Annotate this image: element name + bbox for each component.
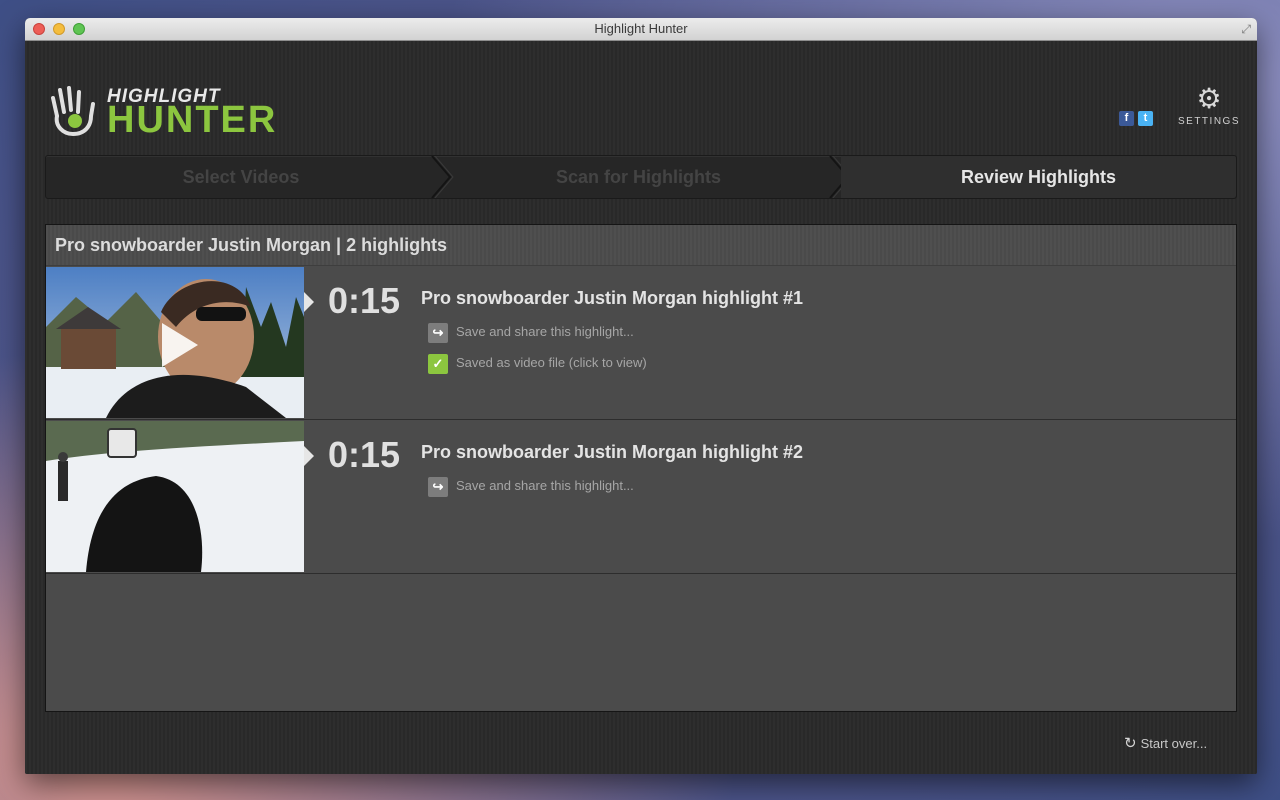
start-over-button[interactable]: ↻ Start over... <box>1124 734 1207 752</box>
selected-arrow-icon <box>304 292 314 312</box>
twitter-icon[interactable]: t <box>1138 111 1153 126</box>
refresh-icon: ↻ <box>1124 735 1137 752</box>
social-links: ft <box>1119 108 1153 126</box>
zoom-window-button[interactable] <box>73 23 85 35</box>
step-progress-bar: Select Videos Scan for Highlights Review… <box>45 155 1237 199</box>
minimize-window-button[interactable] <box>53 23 65 35</box>
gear-icon: ⚙ <box>1196 83 1222 114</box>
highlight-title: Pro snowboarder Justin Morgan highlight … <box>421 442 804 462</box>
play-icon[interactable] <box>162 323 198 367</box>
logo-text-hunter: HUNTER <box>107 99 278 141</box>
step-select-videos[interactable]: Select Videos <box>46 156 436 198</box>
highlight-row: 0:15 Pro snowboarder Justin Morgan highl… <box>46 266 1236 420</box>
highlights-panel: Pro snowboarder Justin Morgan | 2 highli… <box>45 224 1237 712</box>
highlight-row: 0:15 Pro snowboarder Justin Morgan highl… <box>46 420 1236 574</box>
start-over-label: Start over... <box>1140 736 1208 751</box>
settings-button[interactable]: ⚙ SETTINGS <box>1173 83 1245 128</box>
selected-arrow-icon <box>304 446 314 466</box>
panel-header: Pro snowboarder Justin Morgan | 2 highli… <box>46 225 1236 266</box>
fullscreen-icon[interactable]: ⤢ <box>1241 22 1251 36</box>
save-share-button[interactable]: ↪ Save and share this highlight... <box>428 321 634 343</box>
checkmark-icon: ✓ <box>428 353 448 374</box>
highlight-duration: 0:15 <box>328 434 401 475</box>
save-share-label: Save and share this highlight... <box>456 324 634 339</box>
facebook-icon[interactable]: f <box>1119 111 1134 126</box>
save-share-button[interactable]: ↪ Save and share this highlight... <box>428 475 634 497</box>
hand-logo-icon <box>51 86 95 136</box>
highlight-title: Pro snowboarder Justin Morgan highlight … <box>421 288 804 308</box>
app-window: Highlight Hunter ⤢ HIGHLIGHT HUNTER ft ⚙ <box>25 18 1257 774</box>
share-arrow-icon: ↪ <box>428 476 448 497</box>
step-scan-highlights[interactable]: Scan for Highlights <box>441 156 836 198</box>
video-thumbnail[interactable] <box>46 267 304 418</box>
saved-video-label: Saved as video file (click to view) <box>456 355 647 370</box>
step-review-highlights[interactable]: Review Highlights <box>841 156 1236 198</box>
video-thumbnail[interactable] <box>46 421 304 572</box>
title-bar: Highlight Hunter ⤢ <box>25 18 1257 41</box>
save-share-label: Save and share this highlight... <box>456 478 634 493</box>
saved-video-link[interactable]: ✓ Saved as video file (click to view) <box>428 352 647 374</box>
settings-label: SETTINGS <box>1177 116 1240 127</box>
window-title: Highlight Hunter <box>594 21 688 36</box>
highlight-duration: 0:15 <box>328 280 401 321</box>
app-content: HIGHLIGHT HUNTER ft ⚙ SETTINGS Select Vi… <box>25 41 1257 774</box>
close-window-button[interactable] <box>33 23 45 35</box>
share-arrow-icon: ↪ <box>428 322 448 343</box>
